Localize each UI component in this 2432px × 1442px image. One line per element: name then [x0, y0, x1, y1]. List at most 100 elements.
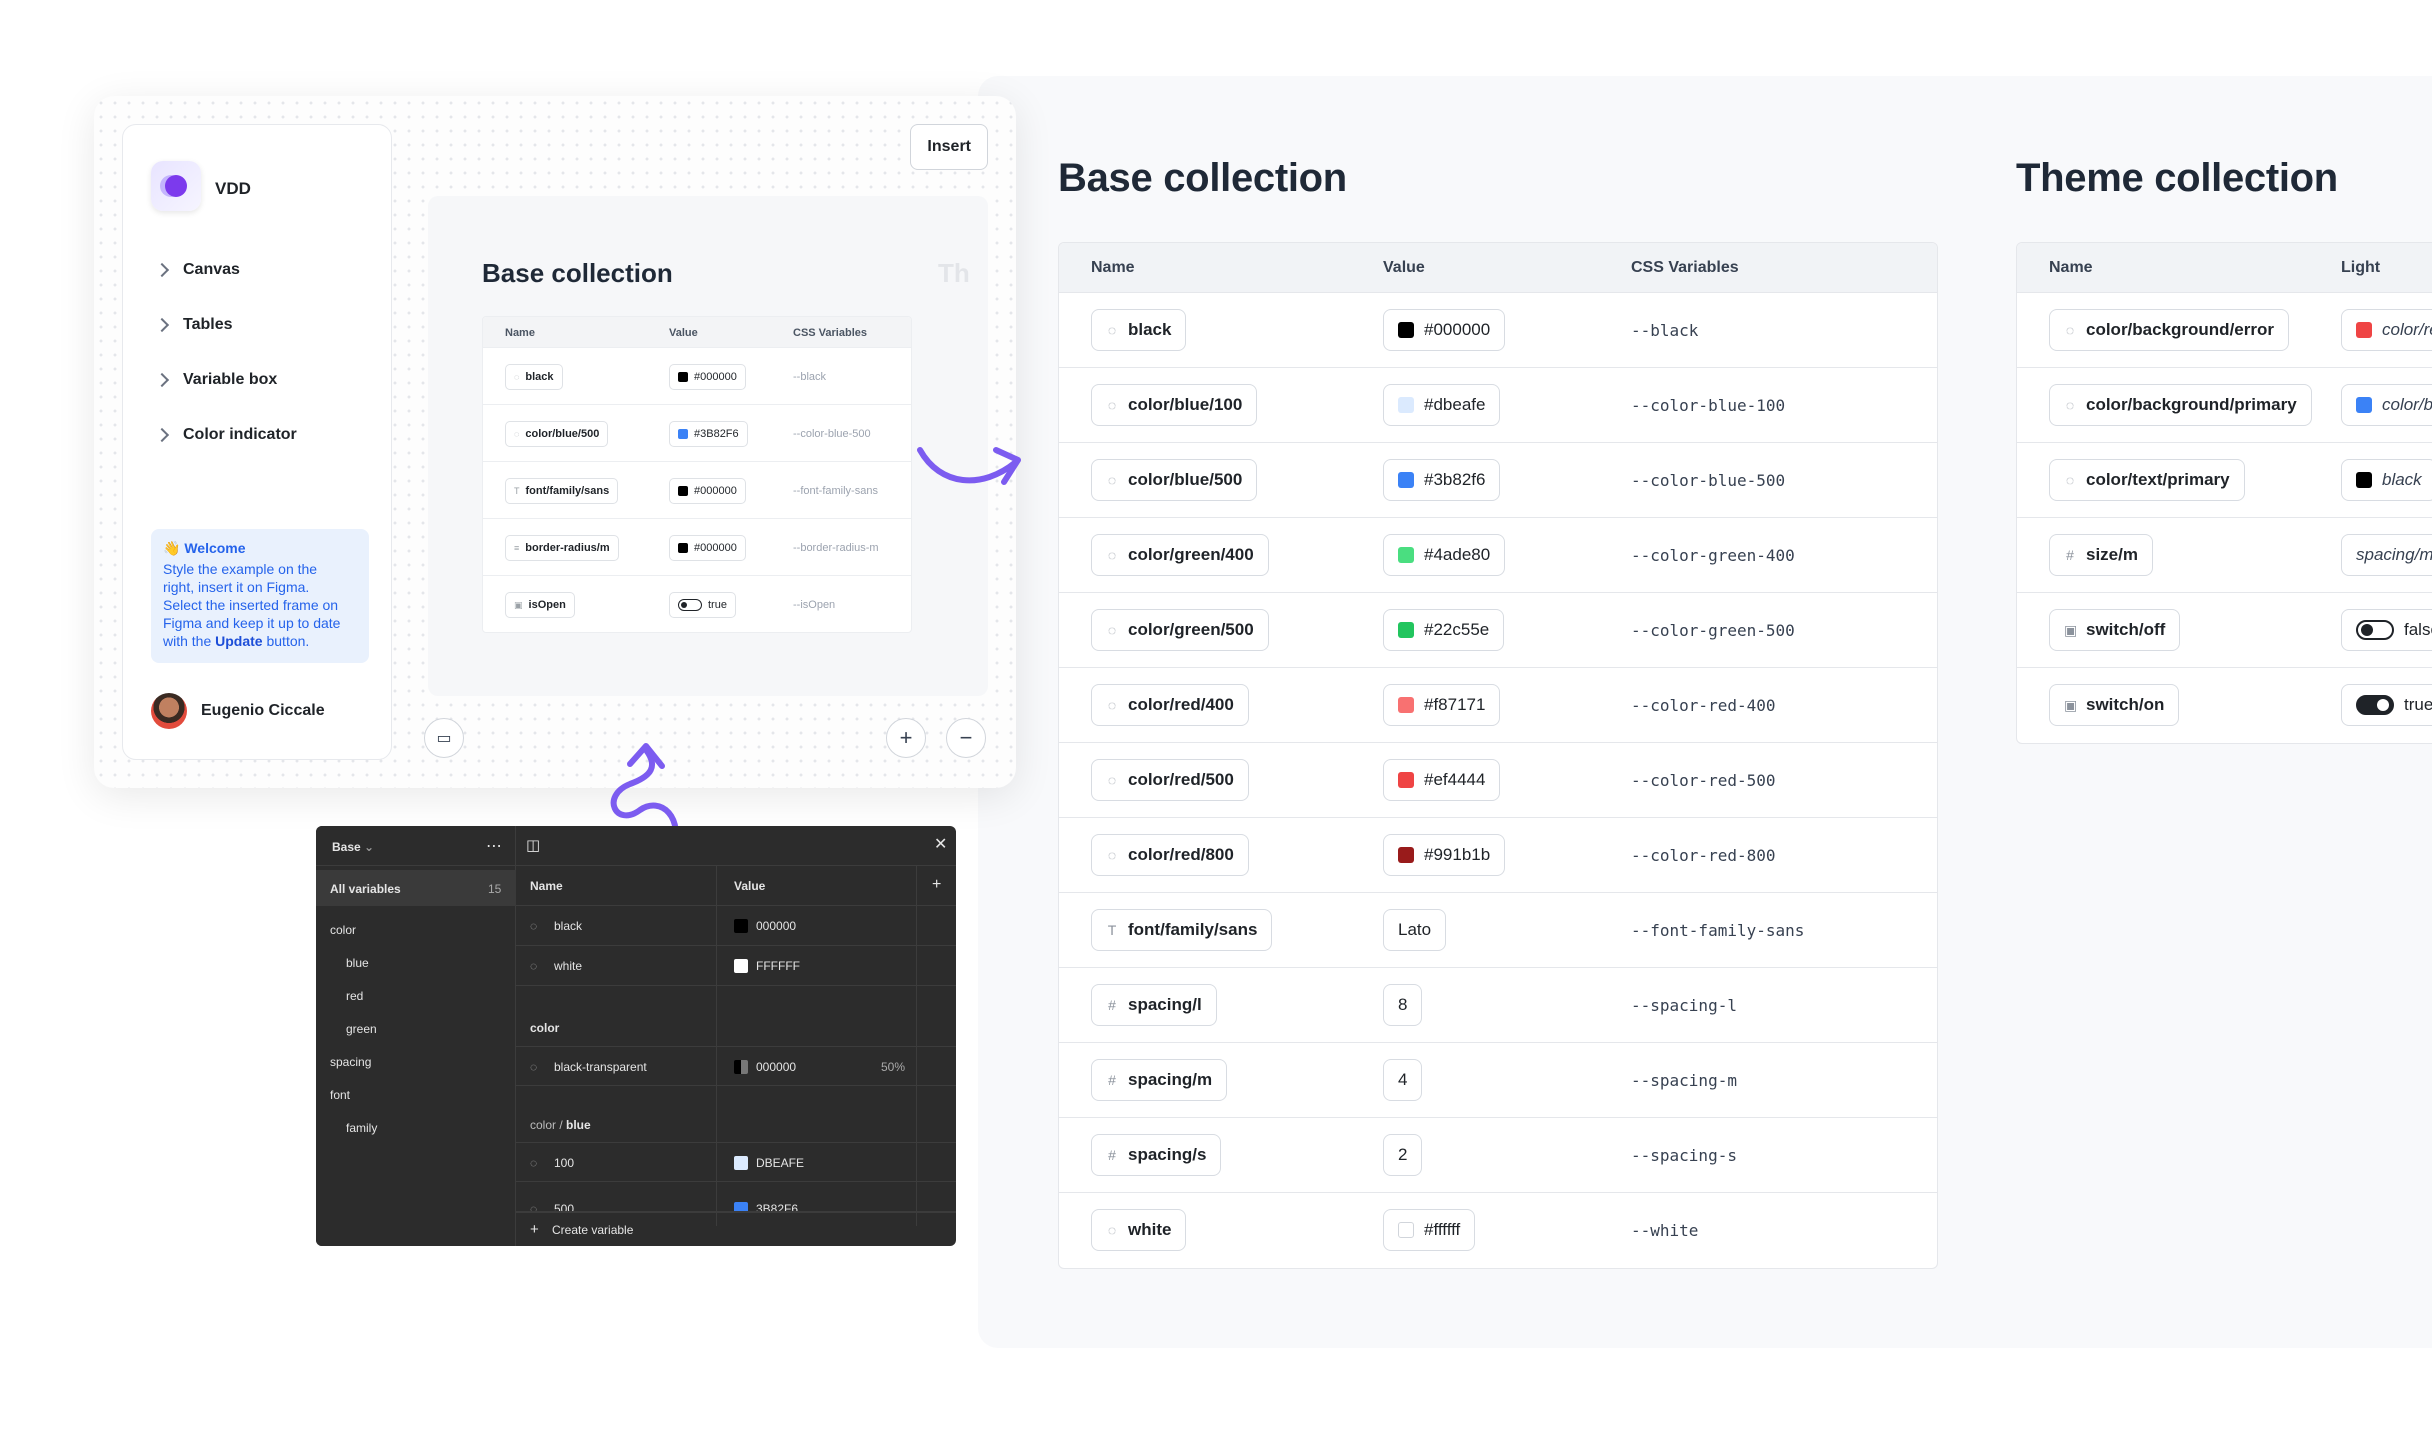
variable-name: black [554, 919, 583, 933]
preview-ghost-title: Th [938, 258, 970, 288]
add-column-icon[interactable]: + [932, 876, 941, 894]
variable-value-chip[interactable]: false [2341, 609, 2432, 651]
variable-name-chip[interactable]: ◌ color/green/500 [1091, 609, 1269, 651]
nav-item-color-indicator[interactable]: Color indicator [154, 420, 297, 450]
figma-variables-panel: Base ⌄ ⋯ All variables 15 color blue red… [316, 826, 956, 1246]
variable-name-chip[interactable]: ◌ black [1091, 309, 1187, 351]
variable-name-chip[interactable]: # spacing/m [1091, 1059, 1228, 1101]
zoom-in-button[interactable]: + [886, 718, 926, 758]
variable-name-chip[interactable]: ◌ color/red/400 [1091, 684, 1249, 726]
variable-name-chip[interactable]: # spacing/l [1091, 984, 1217, 1026]
table-row[interactable]: ◌ 500 3B82F6 [516, 1182, 956, 1212]
plugin-window: VDD Canvas Tables Variable box Color ind… [94, 96, 1016, 788]
nav-item-variable-box[interactable]: Variable box [154, 365, 277, 395]
variable-value-chip[interactable]: 4 [1383, 1059, 1423, 1101]
column-divider [716, 866, 717, 1226]
variable-value: spacing/m [2356, 545, 2432, 564]
variable-value: #22c55e [1424, 620, 1490, 639]
variable-value-chip[interactable]: black [2341, 459, 2432, 501]
css-variable: --isOpen [793, 599, 836, 611]
variable-name-chip[interactable]: Tfont/family/sans [1091, 909, 1273, 951]
comment-button[interactable]: ▭ [424, 718, 464, 758]
variable-name-chip[interactable]: ◌ color/blue/100 [1091, 384, 1258, 426]
variable-name-chip[interactable]: ◌ white [1091, 1209, 1187, 1251]
variable-name: font/family/sans [525, 485, 610, 497]
table-row[interactable]: ◌ 100 DBEAFE [516, 1142, 956, 1182]
variable-name: 100 [554, 1156, 575, 1170]
group-red[interactable]: red [346, 989, 363, 1003]
variable-value-chip[interactable]: #4ade80 [1383, 534, 1506, 576]
figma-collection-header: Base ⌄ ⋯ [316, 826, 515, 866]
variable-value-chip[interactable]: Lato [1383, 909, 1447, 951]
color-swatch [734, 919, 748, 933]
variable-value-chip[interactable]: #dbeafe [1383, 384, 1501, 426]
color-swatch [2356, 322, 2372, 338]
nav-item-tables[interactable]: Tables [154, 310, 233, 340]
group-blue[interactable]: blue [346, 956, 369, 970]
column-value: Value [669, 327, 698, 339]
zoom-out-button[interactable]: − [946, 718, 986, 758]
theme-collection-title: Theme collection [2016, 156, 2338, 200]
table-row[interactable]: ◌ black 000000 [516, 906, 956, 946]
variable-name: black [525, 371, 554, 383]
variable-name: isOpen [528, 599, 566, 611]
variable-value-chip[interactable]: #3b82f6 [1383, 459, 1501, 501]
variable-value: 000000 [756, 1060, 797, 1074]
variable-value-chip[interactable]: color/re [2341, 309, 2432, 351]
variable-value-chip[interactable]: #f87171 [1383, 684, 1501, 726]
variable-value-chip[interactable]: 8 [1383, 984, 1423, 1026]
variable-name-chip[interactable]: ▣ switch/off [2049, 609, 2181, 651]
number-variable-icon: # [1108, 1147, 1116, 1163]
welcome-title: 👋 Welcome [163, 540, 246, 556]
variable-name-chip[interactable]: ◌ color/red/500 [1091, 759, 1249, 801]
nav-item-canvas[interactable]: Canvas [154, 255, 240, 285]
variable-value-chip[interactable]: #991b1b [1383, 834, 1506, 876]
table-row[interactable]: ◌ black-transparent 000000 50% [516, 1046, 956, 1086]
table-row[interactable]: ◌ white FFFFFF [516, 946, 956, 986]
create-variable-button[interactable]: + Create variable [516, 1212, 956, 1246]
bool-variable-icon: ▣ [2064, 696, 2078, 713]
plugin-sidebar: VDD Canvas Tables Variable box Color ind… [122, 124, 392, 760]
brand-name: VDD [215, 179, 251, 198]
collection-dropdown[interactable]: Base ⌄ [332, 840, 374, 854]
variable-name-chip[interactable]: ◌ color/blue/500 [1091, 459, 1258, 501]
variable-name: black [1128, 320, 1172, 339]
variable-value-chip[interactable]: #ef4444 [1383, 759, 1501, 801]
variable-value-chip[interactable]: 2 [1383, 1134, 1423, 1176]
variable-name: color/background/primary [2086, 395, 2297, 414]
close-icon[interactable]: ✕ [934, 834, 947, 854]
all-variables-item[interactable]: All variables 15 [316, 870, 516, 906]
group-font[interactable]: font [330, 1088, 350, 1102]
variable-value-chip[interactable]: spacing/m [2341, 534, 2432, 576]
sidebar-toggle-icon[interactable]: ◫ [526, 836, 540, 854]
group-family[interactable]: family [346, 1121, 377, 1135]
color-swatch [1398, 547, 1414, 563]
toggle-on [2356, 695, 2394, 715]
variable-name-chip[interactable]: ◌ color/text/primary [2049, 459, 2245, 501]
user-profile[interactable]: Eugenio Ciccale [151, 693, 325, 729]
color-variable-icon: ◌ [2065, 472, 2075, 488]
more-options-icon[interactable]: ⋯ [486, 836, 503, 856]
toggle-off [2356, 620, 2394, 640]
css-variable: --color-blue-100 [1631, 396, 1786, 415]
avatar [151, 693, 187, 729]
all-variables-label: All variables [330, 882, 401, 896]
variable-name-chip[interactable]: ▣ switch/on [2049, 684, 2180, 726]
variable-name-chip[interactable]: ◌ color/green/400 [1091, 534, 1269, 576]
group-green[interactable]: green [346, 1022, 377, 1036]
variable-value-chip[interactable]: color/bl [2341, 384, 2432, 426]
variable-name-chip[interactable]: # size/m [2049, 534, 2153, 576]
variable-value-chip[interactable]: true [2341, 684, 2432, 726]
variable-name-chip[interactable]: ◌ color/red/800 [1091, 834, 1249, 876]
update-link[interactable]: Update [215, 633, 262, 649]
variable-name-chip[interactable]: ◌ color/background/error [2049, 309, 2289, 351]
variable-name-chip[interactable]: ◌ color/background/primary [2049, 384, 2312, 426]
group-color[interactable]: color [330, 923, 356, 937]
group-spacing[interactable]: spacing [330, 1055, 371, 1069]
variable-type-icon: T [514, 486, 520, 496]
insert-button[interactable]: Insert [910, 124, 988, 170]
variable-name-chip[interactable]: # spacing/s [1091, 1134, 1222, 1176]
variable-value-chip[interactable]: #22c55e [1383, 609, 1505, 651]
variable-value-chip[interactable]: #ffffff [1383, 1209, 1476, 1251]
variable-value-chip[interactable]: #000000 [1383, 309, 1506, 351]
